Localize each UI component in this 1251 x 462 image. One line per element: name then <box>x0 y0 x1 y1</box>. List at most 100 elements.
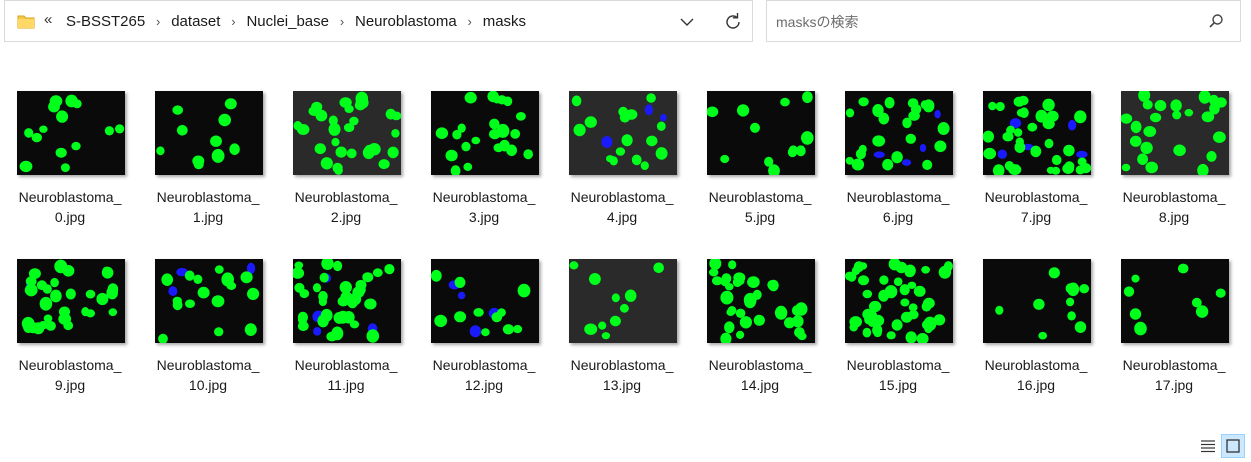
file-name-line1: Neuroblastoma_ <box>984 189 1088 205</box>
mask-image <box>983 259 1091 343</box>
file-name-line1: Neuroblastoma_ <box>1122 357 1226 373</box>
file-thumbnail <box>707 91 815 175</box>
mask-image <box>845 259 953 343</box>
file-name-line2: 6.jpg <box>882 209 914 225</box>
address-bar[interactable]: « S-BSST265 › dataset › Nuclei_base › Ne… <box>4 0 753 42</box>
file-name-line2: 3.jpg <box>468 209 500 225</box>
file-name-line2: 12.jpg <box>464 377 504 393</box>
search-placeholder: masksの検索 <box>776 14 859 30</box>
file-name: Neuroblastoma_ 3.jpg <box>415 187 553 227</box>
file-item[interactable]: Neuroblastoma_ 13.jpg <box>553 259 691 419</box>
chevron-right-icon[interactable]: › <box>459 14 481 29</box>
breadcrumb-item-dataset[interactable]: dataset <box>169 13 222 30</box>
breadcrumb-item-masks[interactable]: masks <box>481 13 528 30</box>
file-name-line1: Neuroblastoma_ <box>156 189 260 205</box>
file-name-line2: 1.jpg <box>192 209 224 225</box>
folder-icon <box>17 15 35 29</box>
mask-image <box>293 91 401 175</box>
large-icons-view-button[interactable] <box>1221 434 1245 458</box>
file-name-line2: 15.jpg <box>878 377 918 393</box>
file-name-line2: 13.jpg <box>602 377 642 393</box>
refresh-icon[interactable] <box>717 9 749 35</box>
file-name: Neuroblastoma_ 16.jpg <box>967 355 1105 395</box>
search-icon[interactable] <box>1208 13 1224 29</box>
chevron-right-icon[interactable]: › <box>331 14 353 29</box>
mask-image <box>155 91 263 175</box>
file-item[interactable]: Neuroblastoma_ 6.jpg <box>829 91 967 251</box>
file-thumbnail <box>845 259 953 343</box>
mask-image <box>17 91 125 175</box>
breadcrumb-item-s-bsst265[interactable]: S-BSST265 <box>64 13 147 30</box>
breadcrumb-overflow-button[interactable]: « <box>44 11 52 28</box>
file-item[interactable]: Neuroblastoma_ 0.jpg <box>1 91 139 251</box>
file-name-line1: Neuroblastoma_ <box>294 189 398 205</box>
file-item[interactable]: Neuroblastoma_ 16.jpg <box>967 259 1105 419</box>
mask-image <box>569 259 677 343</box>
file-thumbnail <box>431 259 539 343</box>
file-thumbnail <box>155 91 263 175</box>
file-thumbnail <box>983 91 1091 175</box>
file-name-line1: Neuroblastoma_ <box>156 357 260 373</box>
file-name-line1: Neuroblastoma_ <box>432 189 536 205</box>
file-item[interactable]: Neuroblastoma_ 7.jpg <box>967 91 1105 251</box>
mask-image <box>569 91 677 175</box>
file-name: Neuroblastoma_ 17.jpg <box>1105 355 1243 395</box>
file-thumbnail <box>293 259 401 343</box>
breadcrumb-item-nuclei-base[interactable]: Nuclei_base <box>244 13 331 30</box>
file-item[interactable]: Neuroblastoma_ 4.jpg <box>553 91 691 251</box>
file-item[interactable]: Neuroblastoma_ 11.jpg <box>277 259 415 419</box>
file-item[interactable]: Neuroblastoma_ 9.jpg <box>1 259 139 419</box>
file-name: Neuroblastoma_ 4.jpg <box>553 187 691 227</box>
search-input[interactable]: masksの検索 <box>766 0 1241 42</box>
file-name-line2: 11.jpg <box>327 377 365 393</box>
file-item[interactable]: Neuroblastoma_ 2.jpg <box>277 91 415 251</box>
file-name-line1: Neuroblastoma_ <box>708 189 812 205</box>
breadcrumb-item-neuroblastoma[interactable]: Neuroblastoma <box>353 13 459 30</box>
file-name-line1: Neuroblastoma_ <box>432 357 536 373</box>
file-name-line1: Neuroblastoma_ <box>708 357 812 373</box>
chevron-right-icon[interactable]: › <box>222 14 244 29</box>
file-name-line1: Neuroblastoma_ <box>18 357 122 373</box>
mask-image <box>1121 259 1229 343</box>
large-icons-view-icon <box>1226 439 1240 453</box>
file-item[interactable]: Neuroblastoma_ 17.jpg <box>1105 259 1243 419</box>
file-name-line1: Neuroblastoma_ <box>846 189 950 205</box>
file-name-line1: Neuroblastoma_ <box>18 189 122 205</box>
file-name-line1: Neuroblastoma_ <box>984 357 1088 373</box>
file-name: Neuroblastoma_ 8.jpg <box>1105 187 1243 227</box>
file-name-line2: 2.jpg <box>330 209 362 225</box>
file-item[interactable]: Neuroblastoma_ 8.jpg <box>1105 91 1243 251</box>
mask-image <box>293 259 401 343</box>
file-name-line2: 0.jpg <box>54 209 86 225</box>
file-item[interactable]: Neuroblastoma_ 5.jpg <box>691 91 829 251</box>
file-name-line2: 10.jpg <box>188 377 228 393</box>
mask-image <box>845 91 953 175</box>
mask-image <box>707 91 815 175</box>
file-name: Neuroblastoma_ 11.jpg <box>277 355 415 395</box>
top-bar: « S-BSST265 › dataset › Nuclei_base › Ne… <box>0 0 1251 46</box>
file-item[interactable]: Neuroblastoma_ 14.jpg <box>691 259 829 419</box>
file-name: Neuroblastoma_ 0.jpg <box>1 187 139 227</box>
file-name-line2: 5.jpg <box>744 209 776 225</box>
file-item[interactable]: Neuroblastoma_ 3.jpg <box>415 91 553 251</box>
mask-image <box>155 259 263 343</box>
file-thumbnail <box>1121 259 1229 343</box>
file-item[interactable]: Neuroblastoma_ 10.jpg <box>139 259 277 419</box>
file-name: Neuroblastoma_ 7.jpg <box>967 187 1105 227</box>
file-thumbnail <box>155 259 263 343</box>
file-name: Neuroblastoma_ 5.jpg <box>691 187 829 227</box>
file-name-line2: 14.jpg <box>740 377 780 393</box>
file-item[interactable]: Neuroblastoma_ 1.jpg <box>139 91 277 251</box>
file-name-line1: Neuroblastoma_ <box>846 357 950 373</box>
file-thumbnail <box>707 259 815 343</box>
chevron-down-icon[interactable] <box>673 9 701 35</box>
file-item[interactable]: Neuroblastoma_ 15.jpg <box>829 259 967 419</box>
file-name: Neuroblastoma_ 10.jpg <box>139 355 277 395</box>
details-view-icon[interactable] <box>1199 437 1217 455</box>
file-name-line2: 17.jpg <box>1154 377 1194 393</box>
file-name-line2: 9.jpg <box>54 377 86 393</box>
file-thumbnail <box>17 91 125 175</box>
chevron-right-icon[interactable]: › <box>147 14 169 29</box>
file-item[interactable]: Neuroblastoma_ 12.jpg <box>415 259 553 419</box>
file-thumbnail <box>1121 91 1229 175</box>
